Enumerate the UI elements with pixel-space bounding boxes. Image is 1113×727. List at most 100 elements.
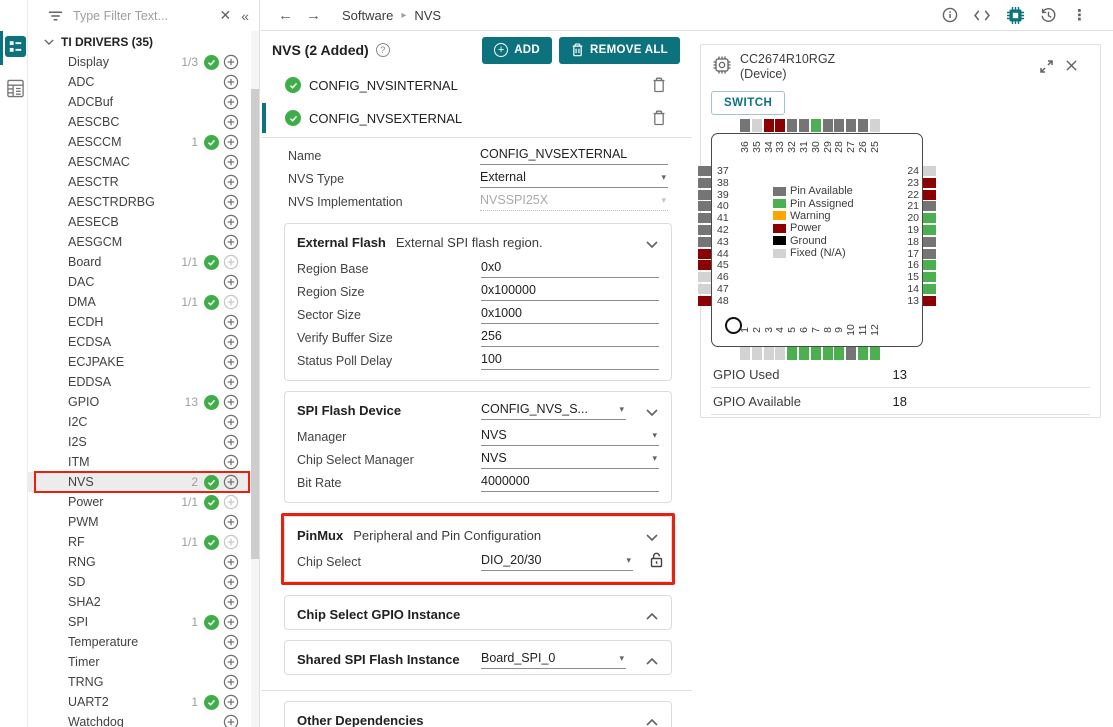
add-module-icon[interactable] [223,274,239,290]
pin-29-available[interactable] [823,119,833,132]
collapse-toggle[interactable] [646,235,658,253]
add-module-icon[interactable] [223,394,239,410]
pin-30-assigned[interactable] [811,119,821,132]
section-header[interactable]: Chip Select GPIO Instance [285,596,671,629]
pin-14-assigned[interactable] [923,284,936,294]
section-header[interactable]: SPI Flash DeviceCONFIG_NVS_S...▾ [285,392,671,425]
pin-17-available[interactable] [923,249,936,259]
sector-size-field[interactable]: 0x1000 [481,304,659,324]
sidebar-item-eddsa[interactable]: EDDSA [28,372,259,392]
pin-18-available[interactable] [923,237,936,247]
sidebar-item-ecjpake[interactable]: ECJPAKE [28,352,259,372]
pin-37-available[interactable] [698,166,711,176]
add-module-icon[interactable] [223,374,239,390]
manager-field[interactable]: NVS▾ [481,426,659,446]
sidebar-item-rng[interactable]: RNG [28,552,259,572]
sidebar-item-display[interactable]: Display1/3 [28,52,259,72]
add-module-icon[interactable] [223,314,239,330]
collapse-sidebar-icon[interactable]: « [241,8,249,24]
pin-34-power[interactable] [764,119,774,132]
add-module-icon[interactable] [223,254,239,270]
pin-28-available[interactable] [834,119,844,132]
pin-47-fixed[interactable] [698,284,711,294]
add-module-icon[interactable] [223,514,239,530]
section-header[interactable]: External FlashExternal SPI flash region. [285,224,671,257]
pin-43-available[interactable] [698,237,711,247]
lock-icon[interactable] [650,552,663,568]
pin-38-available[interactable] [698,178,711,188]
sidebar-item-aesctr[interactable]: AESCTR [28,172,259,192]
pin-2-fixed[interactable] [752,347,762,360]
pin-16-assigned[interactable] [923,260,936,270]
pin-1-fixed[interactable] [740,347,750,360]
pin-5-assigned[interactable] [787,347,797,360]
shared-spi-flash-instance-select[interactable]: Board_SPI_0▾ [481,649,626,669]
sidebar-item-spi[interactable]: SPI1 [28,612,259,632]
add-module-icon[interactable] [223,134,239,150]
sidebar-item-timer[interactable]: Timer [28,652,259,672]
sidebar-item-aesccm[interactable]: AESCCM1 [28,132,259,152]
pin-10-available[interactable] [846,347,856,360]
add-module-icon[interactable] [223,234,239,250]
sidebar-item-sd[interactable]: SD [28,572,259,592]
sidebar-item-aesgcm[interactable]: AESGCM [28,232,259,252]
pin-39-available[interactable] [698,190,711,200]
pin-33-power[interactable] [775,119,785,132]
section-header[interactable]: Shared SPI Flash InstanceBoard_SPI_0▾ [285,641,671,674]
pin-35-fixed[interactable] [752,119,762,132]
chip-select-field[interactable]: DIO_20/30▾ [481,551,633,571]
sidebar-item-gpio[interactable]: GPIO13 [28,392,259,412]
add-module-icon[interactable] [223,694,239,710]
pin-12-assigned[interactable] [870,347,880,360]
add-module-icon[interactable] [223,154,239,170]
pin-24-fixed[interactable] [923,166,936,176]
sidebar-item-aesecb[interactable]: AESECB [28,212,259,232]
collapse-toggle[interactable] [646,528,658,546]
pin-32-available[interactable] [787,119,797,132]
add-module-icon[interactable] [223,414,239,430]
region-base-field[interactable]: 0x0 [481,258,659,278]
add-module-icon[interactable] [223,494,239,510]
device-view-icon[interactable] [1006,6,1025,25]
sidebar-item-nvs[interactable]: NVS2 [28,472,259,492]
add-module-icon[interactable] [223,574,239,590]
remove-all-button[interactable]: REMOVE ALL [559,37,680,64]
sidebar-item-adcbuf[interactable]: ADCBuf [28,92,259,112]
sidebar-item-aesctrdrbg[interactable]: AESCTRDRBG [28,192,259,212]
help-icon[interactable]: ? [376,43,390,57]
sidebar-group-ti-drivers[interactable]: TI DRIVERS (35) [28,31,259,52]
pin-4-fixed[interactable] [775,347,785,360]
forward-arrow-icon[interactable]: → [306,8,321,23]
add-module-icon[interactable] [223,114,239,130]
sidebar-item-watchdog[interactable]: Watchdog [28,712,259,727]
collapse-toggle[interactable] [646,403,658,421]
pin-45-power[interactable] [698,260,711,270]
section-header[interactable]: Other Dependencies [285,702,671,727]
add-module-icon[interactable] [223,174,239,190]
scrollbar-thumb[interactable] [251,89,259,559]
pin-9-assigned[interactable] [834,347,844,360]
add-module-icon[interactable] [223,474,239,490]
add-module-icon[interactable] [223,674,239,690]
add-module-icon[interactable] [223,554,239,570]
pin-42-available[interactable] [698,225,711,235]
add-module-icon[interactable] [223,614,239,630]
sidebar-item-pwm[interactable]: PWM [28,512,259,532]
filter-input[interactable] [73,9,209,23]
pin-7-assigned[interactable] [811,347,821,360]
status-poll-delay-field[interactable]: 100 [481,350,659,370]
registers-panel-icon[interactable] [4,77,26,99]
bit-rate-field[interactable]: 4000000 [481,472,659,492]
sidebar-item-adc[interactable]: ADC [28,72,259,92]
sidebar-item-itm[interactable]: ITM [28,452,259,472]
pin-21-available[interactable] [923,201,936,211]
sidebar-item-temperature[interactable]: Temperature [28,632,259,652]
add-module-icon[interactable] [223,434,239,450]
pin-40-available[interactable] [698,201,711,211]
pin-31-available[interactable] [799,119,809,132]
add-module-icon[interactable] [223,594,239,610]
instance-row-config_nvsinternal[interactable]: CONFIG_NVSINTERNAL [261,71,692,99]
nvs-type-field[interactable]: External▾ [480,168,668,188]
pin-6-assigned[interactable] [799,347,809,360]
remove-instance-button[interactable] [652,110,666,126]
